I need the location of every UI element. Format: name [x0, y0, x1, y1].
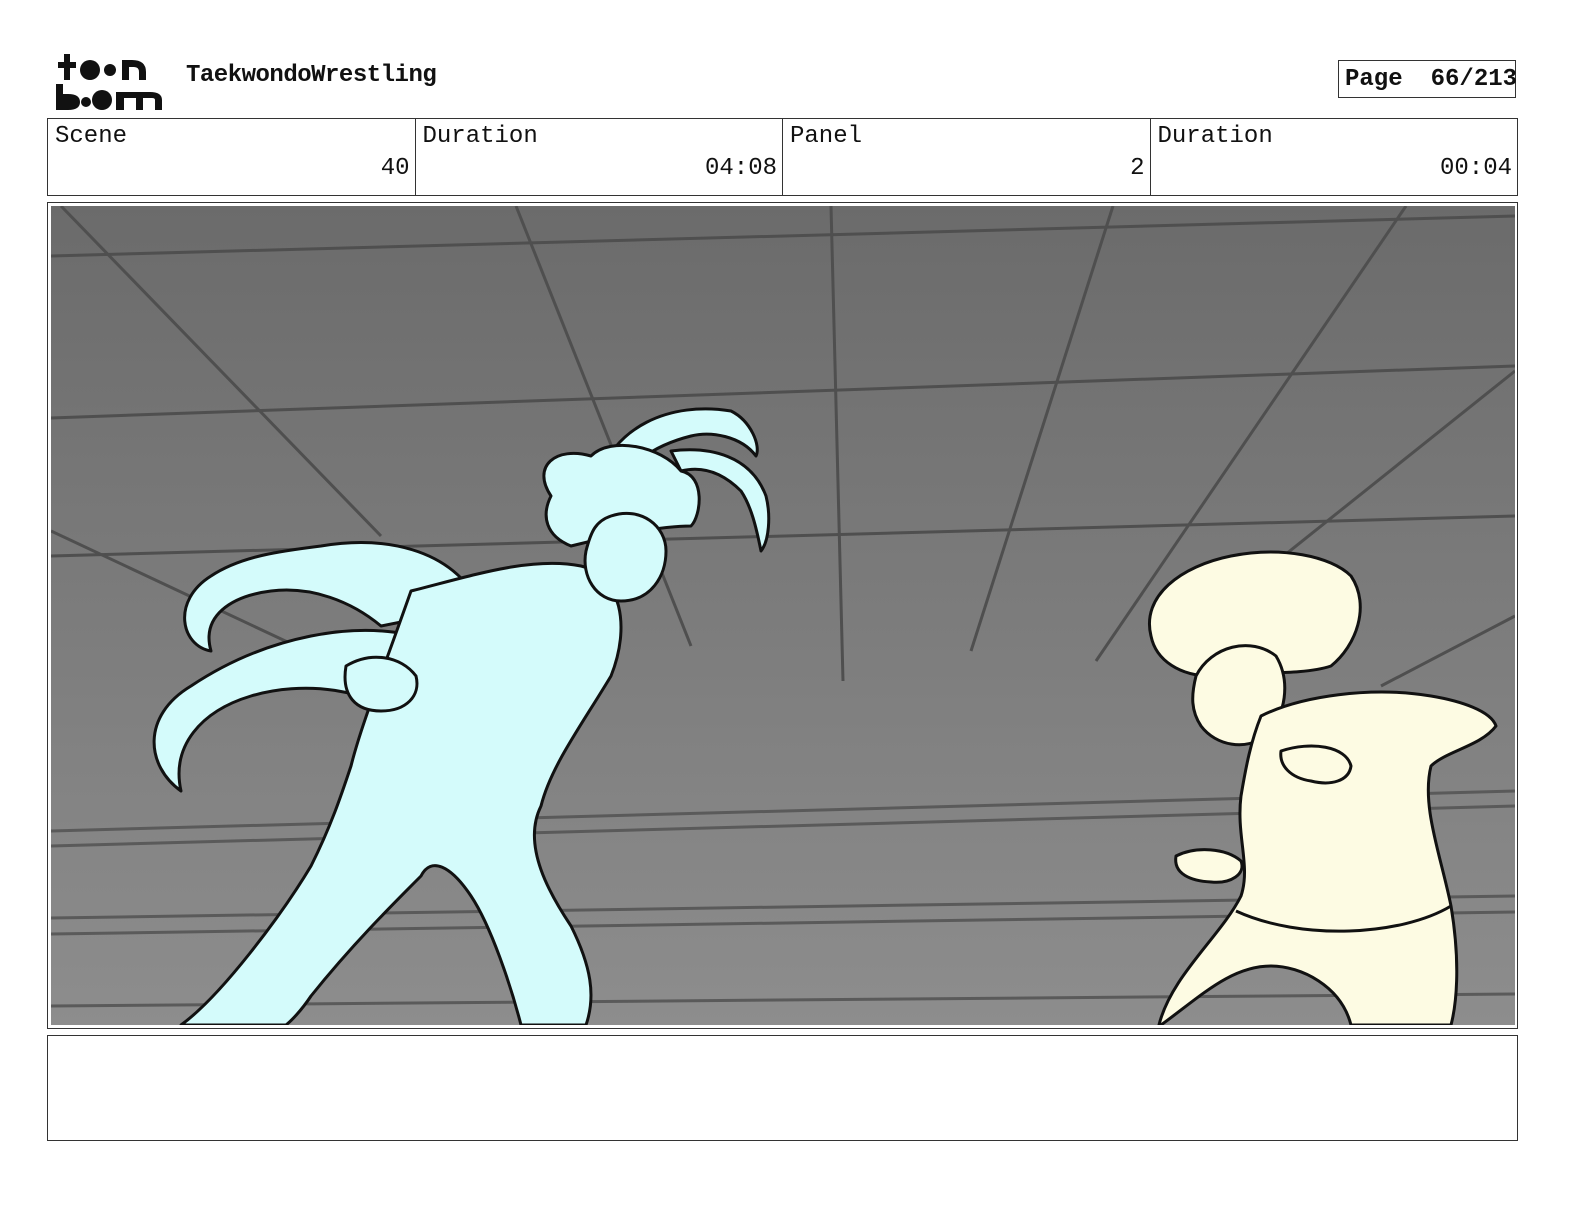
scene-label: Scene	[55, 123, 128, 150]
page-indicator: Page 66/213	[1338, 60, 1518, 98]
scene-duration-cell: Duration 04:08	[416, 119, 783, 195]
scene-cell: Scene 40	[48, 119, 416, 195]
scene-number: 40	[380, 155, 410, 182]
panel-label: Panel	[790, 123, 863, 150]
page-label: Page	[1345, 65, 1403, 93]
project-title: TaekwondoWrestling	[186, 62, 437, 89]
panel-cell: Panel 2	[783, 119, 1151, 195]
page-number: 66/213	[1430, 65, 1518, 93]
panel-notes-box	[47, 1035, 1518, 1141]
scene-duration-label: Duration	[422, 123, 538, 150]
panel-duration-label: Duration	[1157, 123, 1273, 150]
scene-info-row: Scene 40 Duration 04:08 Panel 2 Duration…	[47, 118, 1518, 196]
panel-number: 2	[1130, 155, 1145, 182]
panel-duration-cell: Duration 00:04	[1151, 119, 1518, 195]
scene-duration-value: 04:08	[704, 155, 777, 182]
toon-boom-logo	[52, 50, 164, 112]
panel-duration-value: 00:04	[1439, 155, 1512, 182]
storyboard-panel-image	[51, 206, 1515, 1025]
